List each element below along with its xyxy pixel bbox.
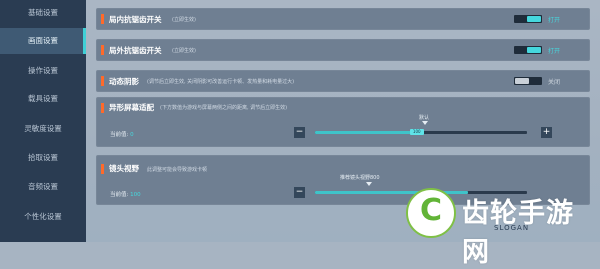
in-game-aa-title: 局内抗锯齿开关 bbox=[109, 15, 162, 24]
notch-adapt-current: 当前值: 0 bbox=[110, 130, 134, 138]
toggle-knob bbox=[527, 47, 541, 53]
dynamic-shadow-toggle[interactable] bbox=[514, 77, 542, 85]
dynamic-shadow-row: 动态阴影 (调节后立即生效, 关闭阴影可改善运行卡顿、发热量和耗电量过大) 关闭 bbox=[96, 70, 590, 92]
dynamic-shadow-state: 关闭 bbox=[547, 79, 560, 86]
dynamic-shadow-hint: (调节后立即生效, 关闭阴影可改善运行卡顿、发热量和耗电量过大) bbox=[147, 79, 295, 85]
row-accent bbox=[101, 45, 104, 55]
sidebar-item-basic[interactable]: 基础设置 bbox=[0, 0, 86, 26]
row-accent bbox=[101, 14, 104, 24]
in-game-aa-row: 局内抗锯齿开关 (立即生效) 打开 bbox=[96, 8, 590, 30]
row-accent bbox=[101, 103, 104, 113]
row-accent bbox=[101, 76, 104, 86]
sidebar-item-personalization[interactable]: 个性化设置 bbox=[0, 204, 86, 230]
sidebar-item-controls[interactable]: 操作设置 bbox=[0, 58, 86, 84]
out-game-aa-title: 局外抗锯齿开关 bbox=[109, 46, 162, 55]
notch-minus-button[interactable]: − bbox=[294, 127, 305, 138]
brand-slogan: SLOGAN bbox=[494, 224, 530, 232]
in-game-aa-hint: (立即生效) bbox=[172, 17, 196, 23]
brand-watermark: C 齿轮手游网 SLOGAN bbox=[406, 188, 584, 268]
current-value: 100 bbox=[130, 192, 141, 198]
sidebar-item-vehicle[interactable]: 载具设置 bbox=[0, 86, 86, 112]
current-value-label: 当前值: bbox=[110, 192, 129, 198]
sidebar-item-sensitivity[interactable]: 灵敏度设置 bbox=[0, 116, 86, 142]
in-game-aa-state: 打开 bbox=[547, 17, 560, 24]
out-game-aa-state: 打开 bbox=[547, 48, 560, 55]
notch-adapt-hint: (下方数值为游戏与屏幕两侧之间的距离, 调节后立即生效) bbox=[160, 105, 288, 111]
dynamic-shadow-title: 动态阴影 bbox=[109, 77, 139, 86]
out-game-aa-hint: (立即生效) bbox=[172, 48, 196, 54]
recommend-marker-label: 推荐镜头视野800 bbox=[340, 175, 380, 181]
out-game-aa-toggle[interactable] bbox=[514, 46, 542, 54]
lens-fov-title: 镜头视野 bbox=[109, 164, 139, 173]
out-game-aa-row: 局外抗锯齿开关 (立即生效) 打开 bbox=[96, 39, 590, 61]
settings-main: 局内抗锯齿开关 (立即生效) 打开 局外抗锯齿开关 (立即生效) 打开 动态阴影… bbox=[86, 0, 600, 268]
recommend-marker-icon bbox=[366, 182, 372, 186]
toggle-knob bbox=[527, 16, 541, 22]
notch-slider-fill bbox=[315, 131, 417, 134]
notch-adapt-row: 异形屏幕适配 (下方数值为游戏与屏幕两侧之间的距离, 调节后立即生效) 当前值:… bbox=[96, 97, 590, 147]
toggle-knob bbox=[515, 78, 529, 84]
settings-sidebar: 基础设置 画面设置 操作设置 载具设置 灵敏度设置 拾取设置 音频设置 个性化设… bbox=[0, 0, 86, 242]
current-value-label: 当前值: bbox=[110, 132, 129, 138]
lens-fov-hint: 此调整可能会导致游戏卡顿 bbox=[147, 167, 208, 173]
sidebar-item-audio[interactable]: 音频设置 bbox=[0, 174, 86, 200]
notch-adapt-title: 异形屏幕适配 bbox=[109, 103, 154, 112]
lens-fov-current: 当前值: 100 bbox=[110, 190, 141, 198]
notch-plus-button[interactable]: + bbox=[541, 127, 552, 138]
lens-minus-button[interactable]: − bbox=[294, 187, 305, 198]
row-accent bbox=[101, 164, 104, 174]
default-marker-icon bbox=[422, 121, 428, 125]
c-leaf-icon: C bbox=[406, 188, 456, 238]
sidebar-item-graphics[interactable]: 画面设置 bbox=[0, 28, 86, 54]
sidebar-item-pickup[interactable]: 拾取设置 bbox=[0, 145, 86, 171]
notch-slider-thumb[interactable]: 100 bbox=[409, 129, 424, 135]
in-game-aa-toggle[interactable] bbox=[514, 15, 542, 23]
current-value: 0 bbox=[130, 132, 134, 138]
default-marker-label: 默认 bbox=[419, 115, 430, 121]
